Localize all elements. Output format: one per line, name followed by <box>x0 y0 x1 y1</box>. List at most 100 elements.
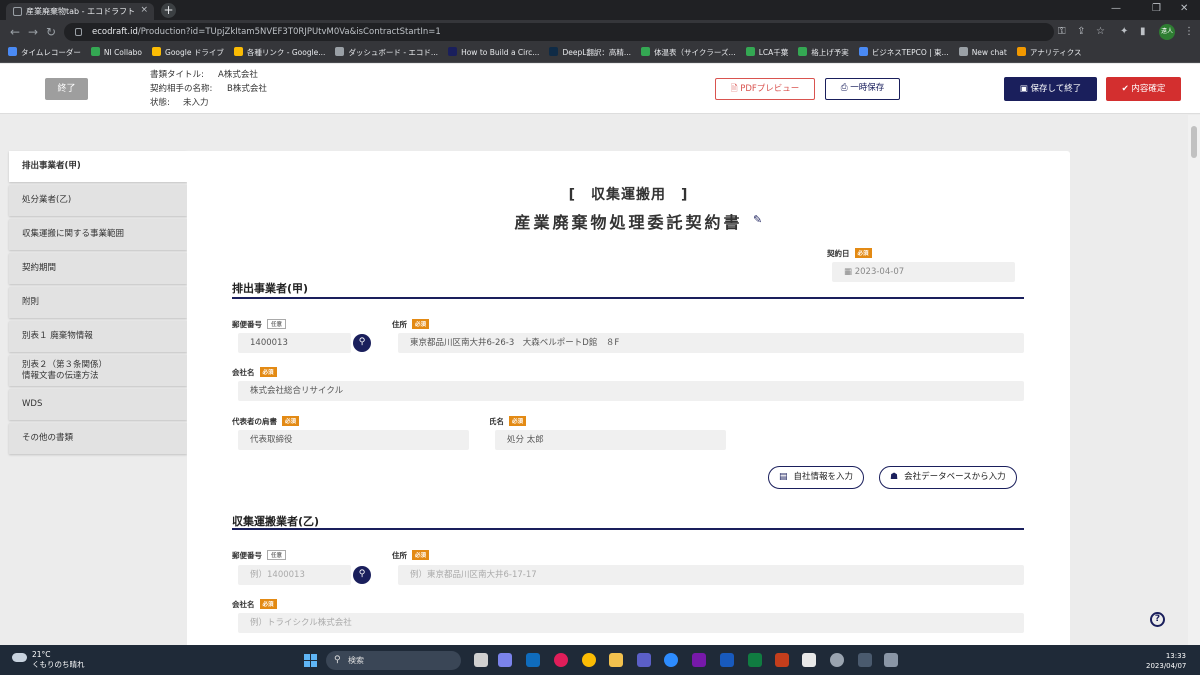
teams-chat-icon[interactable] <box>498 653 512 667</box>
sidebar-item[interactable]: WDS <box>9 389 187 420</box>
chrome-icon[interactable] <box>582 653 596 667</box>
taskbar-clock[interactable]: 13:33 2023/04/07 <box>1146 651 1186 671</box>
contract-date-field[interactable]: ▦ 2023-04-07 <box>832 262 1015 282</box>
bookmark-item[interactable]: How to Build a Circ... <box>448 44 539 62</box>
taskbar-search[interactable]: ⚲ 検索 <box>326 651 461 670</box>
minimize-icon[interactable]: — <box>1111 3 1121 14</box>
share-icon[interactable]: ⇪ <box>1077 26 1085 37</box>
scrollbar[interactable] <box>1188 115 1200 645</box>
sidebar-item[interactable]: 別表２（第３条関係）情報文書の伝達方法 <box>9 355 187 386</box>
partner-label: 契約相手の名称: <box>150 84 213 94</box>
postal-search-icon[interactable]: ⚲ <box>353 566 371 584</box>
bookmark-item[interactable]: タイムレコーダー <box>8 44 81 62</box>
rep-title-field[interactable]: 代表取締役 <box>238 430 469 450</box>
help-icon[interactable]: ? <box>1150 612 1165 627</box>
outlook-icon[interactable] <box>526 653 540 667</box>
bookmark-label: ビジネスTEPCO | 東... <box>871 48 949 57</box>
optional-badge: 任意 <box>267 319 287 329</box>
excel-icon[interactable] <box>748 653 762 667</box>
floppy-icon: ▣ <box>1019 84 1031 94</box>
postal-search-icon[interactable]: ⚲ <box>353 334 371 352</box>
task-view-icon[interactable] <box>474 653 488 667</box>
address-field[interactable]: 例）東京都品川区南大井6-17-17 <box>398 565 1024 585</box>
address-bar[interactable]: ecodraft.id/Production?id=TUpjZkItam5NVE… <box>64 23 1054 41</box>
bookmark-label: Google ドライブ <box>165 48 224 57</box>
reload-icon[interactable]: ↻ <box>46 25 56 39</box>
confirm-button[interactable]: ✔ 内容確定 <box>1106 77 1181 101</box>
name-field[interactable]: 処分 太郎 <box>495 430 726 450</box>
weather-text: くもりのち晴れ <box>32 660 85 669</box>
sidebar-item[interactable]: 別表１ 廃棄物情報 <box>9 321 187 352</box>
edit-pencil-icon[interactable]: ✎ <box>753 213 762 226</box>
pdf-preview-button[interactable]: 🗎 PDFプレビュー <box>715 78 815 100</box>
sidebar-item[interactable]: 附則 <box>9 287 187 318</box>
bookmark-item[interactable]: 格上げ予実 <box>798 44 849 62</box>
tab-close-icon[interactable]: × <box>140 5 148 15</box>
company-label: 会社名 必須 <box>232 599 277 610</box>
postal-field[interactable]: 1400013 <box>238 333 351 353</box>
bookmark-item[interactable]: NI Collabo <box>90 44 142 62</box>
sidebar-item[interactable]: その他の書類 <box>9 423 187 454</box>
sidebar-item-label: WDS <box>22 399 43 409</box>
back-icon[interactable]: ← <box>10 25 20 39</box>
company-label: 会社名 必須 <box>232 367 277 378</box>
window-close-icon[interactable]: ✕ <box>1180 3 1188 14</box>
bookmark-star-icon[interactable]: ☆ <box>1096 26 1105 37</box>
word-icon[interactable] <box>720 653 734 667</box>
bookmark-item[interactable]: ダッシュボード - エコド... <box>335 44 438 62</box>
teams-icon[interactable] <box>637 653 651 667</box>
sidebar-item[interactable]: 収集運搬に関する事業範囲 <box>9 219 187 250</box>
start-icon[interactable] <box>304 654 317 667</box>
settings-icon[interactable] <box>830 653 844 667</box>
bookmark-item[interactable]: LCA千葉 <box>745 44 788 62</box>
onenote-icon[interactable] <box>692 653 706 667</box>
company-field[interactable]: 株式会社総合リサイクル <box>238 381 1024 401</box>
bookmark-item[interactable]: DeepL翻訳：高精... <box>549 44 631 62</box>
profile-avatar[interactable]: 遠人 <box>1159 24 1175 40</box>
extensions-icon[interactable]: ✦ <box>1120 26 1128 37</box>
performance-icon[interactable] <box>858 653 872 667</box>
weather-widget[interactable]: 21°C くもりのち晴れ <box>12 650 85 670</box>
end-button[interactable]: 終了 <box>45 78 88 100</box>
status-label: 状態: <box>150 98 170 108</box>
slack-icon[interactable] <box>554 653 568 667</box>
menu-icon[interactable]: ⋮ <box>1184 26 1194 37</box>
search-icon: ⚲ <box>334 655 341 665</box>
bookmark-item[interactable]: New chat <box>958 44 1007 62</box>
lock-icon <box>75 28 82 36</box>
bookmark-item[interactable]: ビジネスTEPCO | 東... <box>858 44 949 62</box>
bookmark-item[interactable]: 各種リンク - Google... <box>233 44 325 62</box>
forward-icon[interactable]: → <box>28 25 38 39</box>
check-icon: ✔ <box>1121 84 1132 94</box>
bookmark-item[interactable]: Google ドライブ <box>152 44 224 62</box>
calculator-icon[interactable] <box>884 653 898 667</box>
file-explorer-icon[interactable] <box>609 653 623 667</box>
sidebar-item[interactable]: 処分業者(乙) <box>9 185 187 216</box>
side-panel-icon[interactable]: ▮ <box>1140 26 1146 37</box>
scrollbar-thumb[interactable] <box>1191 126 1197 158</box>
save-and-end-button[interactable]: ▣ 保存して終了 <box>1004 77 1097 101</box>
pdf-app-icon[interactable] <box>802 653 816 667</box>
clock-time: 13:33 <box>1165 652 1186 660</box>
new-tab-button[interactable]: + <box>161 3 176 18</box>
temp-save-button[interactable]: ⎙ 一時保存 <box>825 78 900 100</box>
bookmark-favicon-icon <box>8 47 17 56</box>
own-info-button[interactable]: ▤ 自社情報を入力 <box>768 466 865 489</box>
browser-tab[interactable]: 産業廃棄物tab - エコドラフト × <box>6 3 154 20</box>
pdf-preview-label: PDFプレビュー <box>740 84 800 94</box>
sidebar-item[interactable]: 契約期間 <box>9 253 187 284</box>
maximize-icon[interactable]: ❐ <box>1152 3 1161 14</box>
bookmark-item[interactable]: アナリティクス <box>1016 44 1082 62</box>
sidebar-item-label: 契約期間 <box>22 263 57 273</box>
address-field[interactable]: 東京都品川区南大井6-26-3 大森ベルポートD館 ８F <box>398 333 1024 353</box>
postal-label: 郵便番号 任意 <box>232 550 287 561</box>
zoom-icon[interactable] <box>664 653 678 667</box>
required-badge: 必須 <box>259 367 277 377</box>
sidebar-item[interactable]: 排出事業者(甲) <box>9 151 187 182</box>
company-db-button[interactable]: ☗ 会社データベースから入力 <box>879 466 1017 489</box>
bookmark-item[interactable]: 体温表（サイクラーズ... <box>641 44 736 62</box>
key-icon[interactable]: ⚿ <box>1058 26 1066 37</box>
postal-field[interactable]: 例）1400013 <box>238 565 351 585</box>
company-field[interactable]: 例）トライシクル株式会社 <box>238 613 1024 633</box>
powerpoint-icon[interactable] <box>775 653 789 667</box>
